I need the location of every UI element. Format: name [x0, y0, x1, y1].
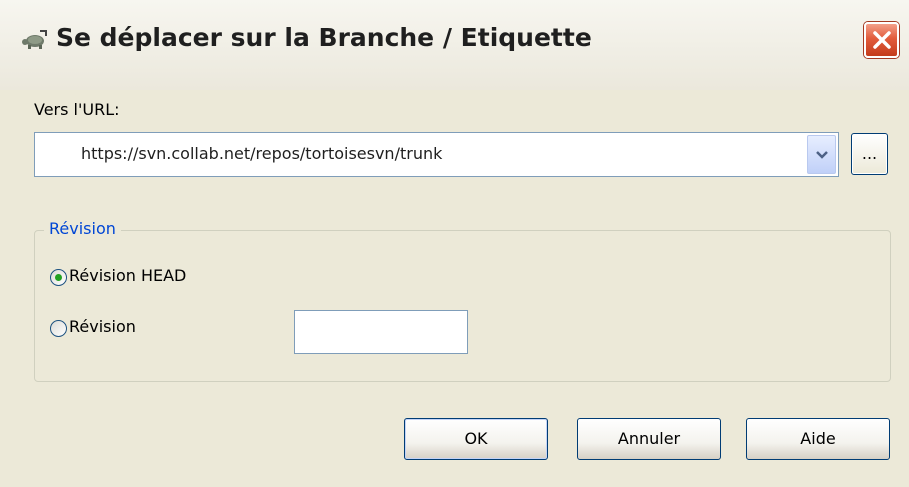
browse-button[interactable]: ... [851, 133, 888, 175]
url-value[interactable]: https://svn.collab.net/repos/tortoisesvn… [81, 144, 442, 163]
url-dropdown-button[interactable] [807, 135, 836, 174]
tortoisesvn-switch-icon [18, 27, 48, 53]
radio-selected-dot [55, 274, 62, 281]
head-revision-label[interactable]: Révision HEAD [69, 266, 186, 285]
title-bar: Se déplacer sur la Branche / Etiquette [0, 0, 909, 90]
switch-dialog: Se déplacer sur la Branche / Etiquette V… [0, 0, 909, 487]
ok-button[interactable]: OK [404, 418, 548, 460]
url-combobox[interactable]: https://svn.collab.net/repos/tortoisesvn… [34, 132, 839, 177]
close-button[interactable] [864, 22, 899, 58]
revision-number-input[interactable] [294, 310, 468, 354]
help-button[interactable]: Aide [746, 418, 890, 460]
specific-revision-label[interactable]: Révision [69, 317, 136, 336]
revision-group-title: Révision [44, 219, 121, 238]
radio-specific-revision[interactable] [50, 320, 67, 337]
cancel-button[interactable]: Annuler [577, 418, 721, 460]
radio-head-revision[interactable] [50, 269, 67, 286]
url-label: Vers l'URL: [34, 100, 120, 119]
window-title: Se déplacer sur la Branche / Etiquette [56, 23, 592, 52]
revision-groupbox [34, 230, 891, 382]
